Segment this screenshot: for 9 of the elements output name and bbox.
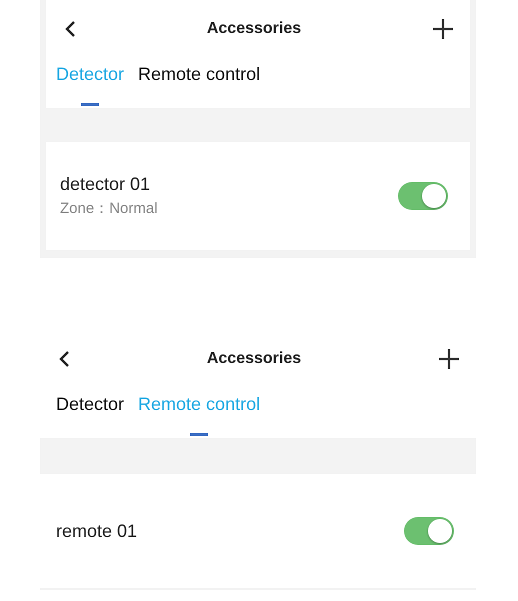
tab[interactable]: Remote control	[138, 58, 260, 108]
tab[interactable]: Detector	[56, 388, 124, 438]
toggle-switch[interactable]	[404, 517, 454, 545]
screen-title: Accessories	[206, 350, 302, 368]
screen-title: Accessories	[206, 20, 302, 38]
device-name: remote 01	[56, 520, 138, 542]
toggle-switch[interactable]	[398, 182, 448, 210]
device-name: detector 01	[60, 174, 152, 195]
zone-label: Zone：Normal	[60, 199, 158, 218]
